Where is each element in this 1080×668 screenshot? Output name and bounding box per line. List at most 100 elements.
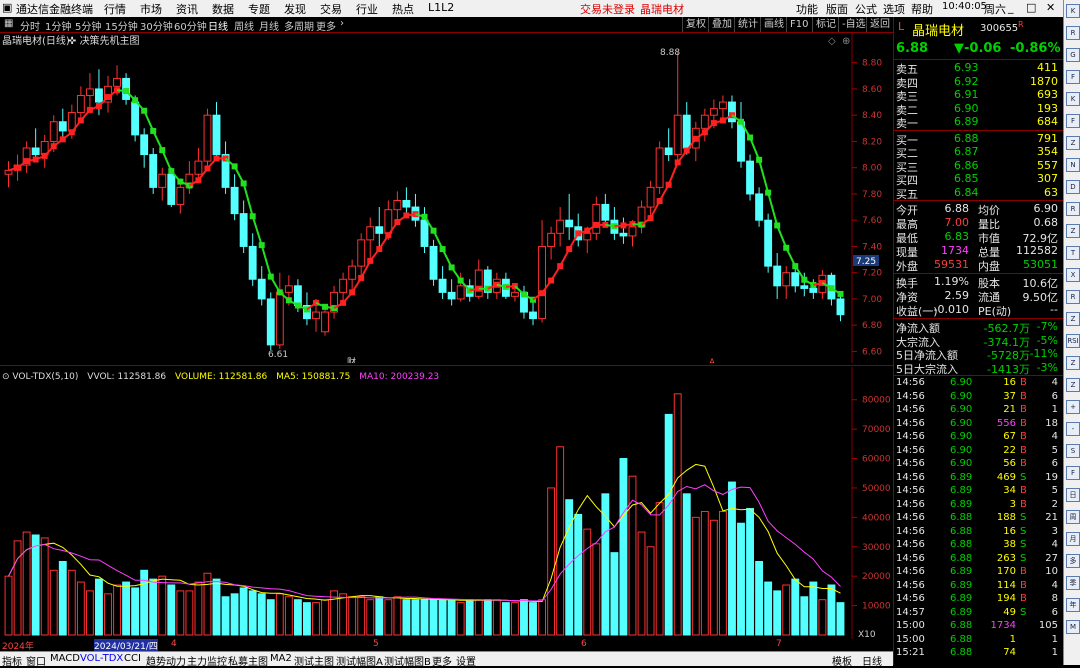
tab-zhuli[interactable]: 主力监控 — [187, 653, 227, 668]
btn-fuquan[interactable]: 复权 — [682, 17, 709, 32]
tab-5min[interactable]: 5分钟 — [75, 18, 101, 33]
menu-redian[interactable]: 热点 — [392, 1, 414, 17]
minimize-icon[interactable]: _ — [1008, 1, 1014, 14]
side-tool-icon[interactable]: F — [1066, 466, 1080, 480]
buy-level[interactable]: 买五 6.84 63 — [894, 186, 1064, 201]
buy-level[interactable]: 买一 6.88 791 — [894, 132, 1064, 147]
side-tool-icon[interactable]: N — [1066, 158, 1080, 172]
side-tool-icon[interactable]: R — [1066, 290, 1080, 304]
tab-monthly[interactable]: 月线 — [259, 18, 279, 33]
tab-ma2[interactable]: MA2 — [270, 653, 292, 664]
side-tool-icon[interactable]: 日 — [1066, 488, 1080, 502]
tab-daily[interactable]: 日线 — [208, 18, 228, 33]
menu-xuanxiang[interactable]: 选项 — [883, 1, 905, 17]
tab-ceshi-a[interactable]: 测试幅图A — [336, 653, 383, 668]
menu-shichang[interactable]: 市场 — [140, 1, 162, 17]
btn-diejia[interactable]: 叠加 — [708, 17, 735, 32]
menu-hangye[interactable]: 行业 — [356, 1, 378, 17]
buy-level[interactable]: 买三 6.86 557 — [894, 159, 1064, 174]
side-tool-icon[interactable]: Z — [1066, 312, 1080, 326]
buy-level[interactable]: 买四 6.85 307 — [894, 172, 1064, 187]
tab-multi[interactable]: 多周期 — [284, 18, 314, 33]
side-tool-icon[interactable]: 年 — [1066, 598, 1080, 612]
side-tool-icon[interactable]: RSI — [1066, 334, 1080, 348]
tab-chuangkou[interactable]: 窗口 — [26, 653, 46, 668]
side-tool-icon[interactable]: Z — [1066, 136, 1080, 150]
tab-ceshi-main[interactable]: 测试主图 — [294, 653, 334, 668]
side-tool-icon[interactable]: 月 — [1066, 532, 1080, 546]
menu-shuju[interactable]: 数据 — [212, 1, 234, 17]
side-tool-icon[interactable]: R — [1066, 26, 1080, 40]
btn-tongji[interactable]: 统计 — [734, 17, 761, 32]
menu-faxian[interactable]: 发现 — [284, 1, 306, 17]
tab-fenshi[interactable]: 分时 — [20, 18, 40, 33]
btn-biaoji[interactable]: 标记 — [812, 17, 839, 32]
tab-1min[interactable]: 1分钟 — [45, 18, 71, 33]
sell-level[interactable]: 卖一 6.89 684 — [894, 115, 1064, 130]
side-tool-icon[interactable]: 周 — [1066, 510, 1080, 524]
tab-settings[interactable]: 设置 — [456, 653, 476, 668]
btn-huaxian[interactable]: 画线 — [760, 17, 787, 32]
menu-l1l2[interactable]: L1L2 — [428, 1, 454, 14]
sell-level[interactable]: 卖三 6.91 693 — [894, 88, 1064, 103]
side-tool-icon[interactable]: K — [1066, 92, 1080, 106]
candlestick-chart[interactable]: 8.80 8.60 8.40 8.20 8.00 7.80 7.60 7.40 7.20 7.00… — [0, 33, 893, 363]
btn-f10[interactable]: F10 — [786, 17, 811, 32]
menu-gongshi[interactable]: 公式 — [855, 1, 877, 17]
side-tool-icon[interactable]: M — [1066, 620, 1080, 634]
period-button[interactable]: 日线 — [862, 653, 882, 668]
tab-vol-tdx[interactable]: VOL-TDX — [80, 653, 123, 664]
menu-zixun[interactable]: 资讯 — [176, 1, 198, 17]
btn-zixuan[interactable]: -自选 — [838, 17, 869, 32]
menu-hangqing[interactable]: 行情 — [104, 1, 126, 17]
side-tool-icon[interactable]: T — [1066, 246, 1080, 260]
template-button[interactable]: 模板 — [832, 653, 852, 668]
trade-status[interactable]: 交易未登录 — [580, 1, 635, 17]
volume-chart[interactable]: 80000 70000 60000 50000 40000 30000 20000 10000… — [0, 367, 893, 639]
side-tool-icon[interactable]: K — [1066, 4, 1080, 18]
diamond-icon[interactable]: ◇ — [828, 36, 836, 47]
tab-qushi[interactable]: 趋势动力 — [146, 653, 186, 668]
close-icon[interactable]: ✕ — [1046, 1, 1055, 14]
maximize-icon[interactable]: □ — [1026, 1, 1036, 14]
tab-cci[interactable]: CCI — [124, 653, 141, 664]
sell-level[interactable]: 卖二 6.90 193 — [894, 102, 1064, 117]
chevron-right-icon[interactable]: › — [340, 18, 344, 29]
side-tool-icon[interactable]: Z — [1066, 378, 1080, 392]
side-tool-icon[interactable]: 季 — [1066, 576, 1080, 590]
menu-zhuanti[interactable]: 专题 — [248, 1, 270, 17]
side-tool-icon[interactable]: F — [1066, 70, 1080, 84]
side-tool-icon[interactable]: + — [1066, 400, 1080, 414]
menu-bangzhu[interactable]: 帮助 — [911, 1, 933, 17]
tab-60min[interactable]: 60分钟 — [174, 18, 207, 33]
a-marker[interactable]: A — [709, 358, 716, 363]
side-tool-icon[interactable]: - — [1066, 422, 1080, 436]
tab-more-indicators[interactable]: 更多 — [432, 653, 452, 668]
finance-marker[interactable]: 财 — [347, 356, 356, 363]
tab-more[interactable]: 更多 — [316, 18, 336, 33]
settings-icon[interactable]: ⊕ — [842, 36, 850, 47]
menu-gongneng[interactable]: 功能 — [796, 1, 818, 17]
grid-icon[interactable]: ▦ — [4, 18, 13, 29]
buy-level[interactable]: 买二 6.87 354 — [894, 145, 1064, 160]
menu-jiaoyi[interactable]: 交易 — [320, 1, 342, 17]
tab-30min[interactable]: 30分钟 — [140, 18, 173, 33]
tab-macd[interactable]: MACD — [50, 653, 80, 664]
tab-weekly[interactable]: 周线 — [234, 18, 254, 33]
side-tool-icon[interactable]: D — [1066, 180, 1080, 194]
tab-15min[interactable]: 15分钟 — [105, 18, 138, 33]
side-tool-icon[interactable]: S — [1066, 444, 1080, 458]
side-tool-icon[interactable]: G — [1066, 48, 1080, 62]
tab-zhibiao[interactable]: 指标 — [2, 653, 22, 668]
sell-level[interactable]: 卖五 6.93 411 — [894, 61, 1064, 76]
tab-simu[interactable]: 私募主图 — [228, 653, 268, 668]
tab-ceshi-b[interactable]: 测试幅图B — [384, 653, 431, 668]
sell-level[interactable]: 卖四 6.92 1870 — [894, 75, 1064, 90]
side-tool-icon[interactable]: 多 — [1066, 554, 1080, 568]
btn-fanhui[interactable]: 返回 — [866, 17, 893, 32]
side-tool-icon[interactable]: R — [1066, 202, 1080, 216]
side-tool-icon[interactable]: X — [1066, 268, 1080, 282]
menu-banmian[interactable]: 版面 — [826, 1, 848, 17]
side-tool-icon[interactable]: Z — [1066, 224, 1080, 238]
side-tool-icon[interactable]: F — [1066, 114, 1080, 128]
